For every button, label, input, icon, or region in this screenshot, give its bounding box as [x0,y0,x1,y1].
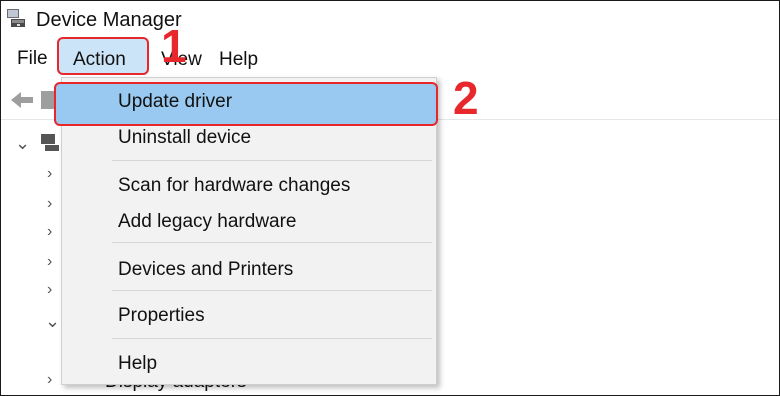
menu-separator [112,242,432,243]
menu-item-help[interactable]: Help [62,346,436,382]
computer-icon [41,134,59,151]
menu-item-uninstall-device[interactable]: Uninstall device [62,120,436,156]
title-bar: Device Manager [1,1,779,41]
collapse-chevron-icon[interactable]: › [47,371,52,389]
collapse-chevron-icon[interactable]: › [47,165,52,183]
device-manager-icon [7,9,25,27]
back-arrow-icon[interactable] [9,89,35,111]
expand-chevron-icon[interactable]: ⌄ [15,133,30,154]
collapse-chevron-icon[interactable]: › [47,195,52,213]
menu-separator [112,290,432,291]
menu-action[interactable]: Action [73,48,126,72]
action-dropdown-menu: Update driver Uninstall device Scan for … [54,77,438,385]
collapse-chevron-icon[interactable]: › [47,223,52,241]
annotation-step-1: 1 [161,20,187,72]
menu-item-update-driver[interactable]: Update driver [54,82,438,126]
collapse-chevron-icon[interactable]: › [47,281,52,299]
menu-separator [112,338,432,339]
menu-item-scan-hardware[interactable]: Scan for hardware changes [62,168,436,204]
annotation-step-2: 2 [453,72,479,124]
menu-separator [112,160,432,161]
menu-item-add-legacy-hardware[interactable]: Add legacy hardware [62,204,436,240]
expand-chevron-icon[interactable]: ⌄ [45,311,60,332]
collapse-chevron-icon[interactable]: › [47,253,52,271]
menu-file[interactable]: File [17,47,48,71]
menu-help[interactable]: Help [219,48,258,72]
menu-item-devices-printers[interactable]: Devices and Printers [62,252,436,288]
device-manager-window: Device Manager File Action View Help ⌄ ›… [0,0,780,396]
window-title: Device Manager [36,9,182,31]
menu-item-properties[interactable]: Properties [62,298,436,334]
